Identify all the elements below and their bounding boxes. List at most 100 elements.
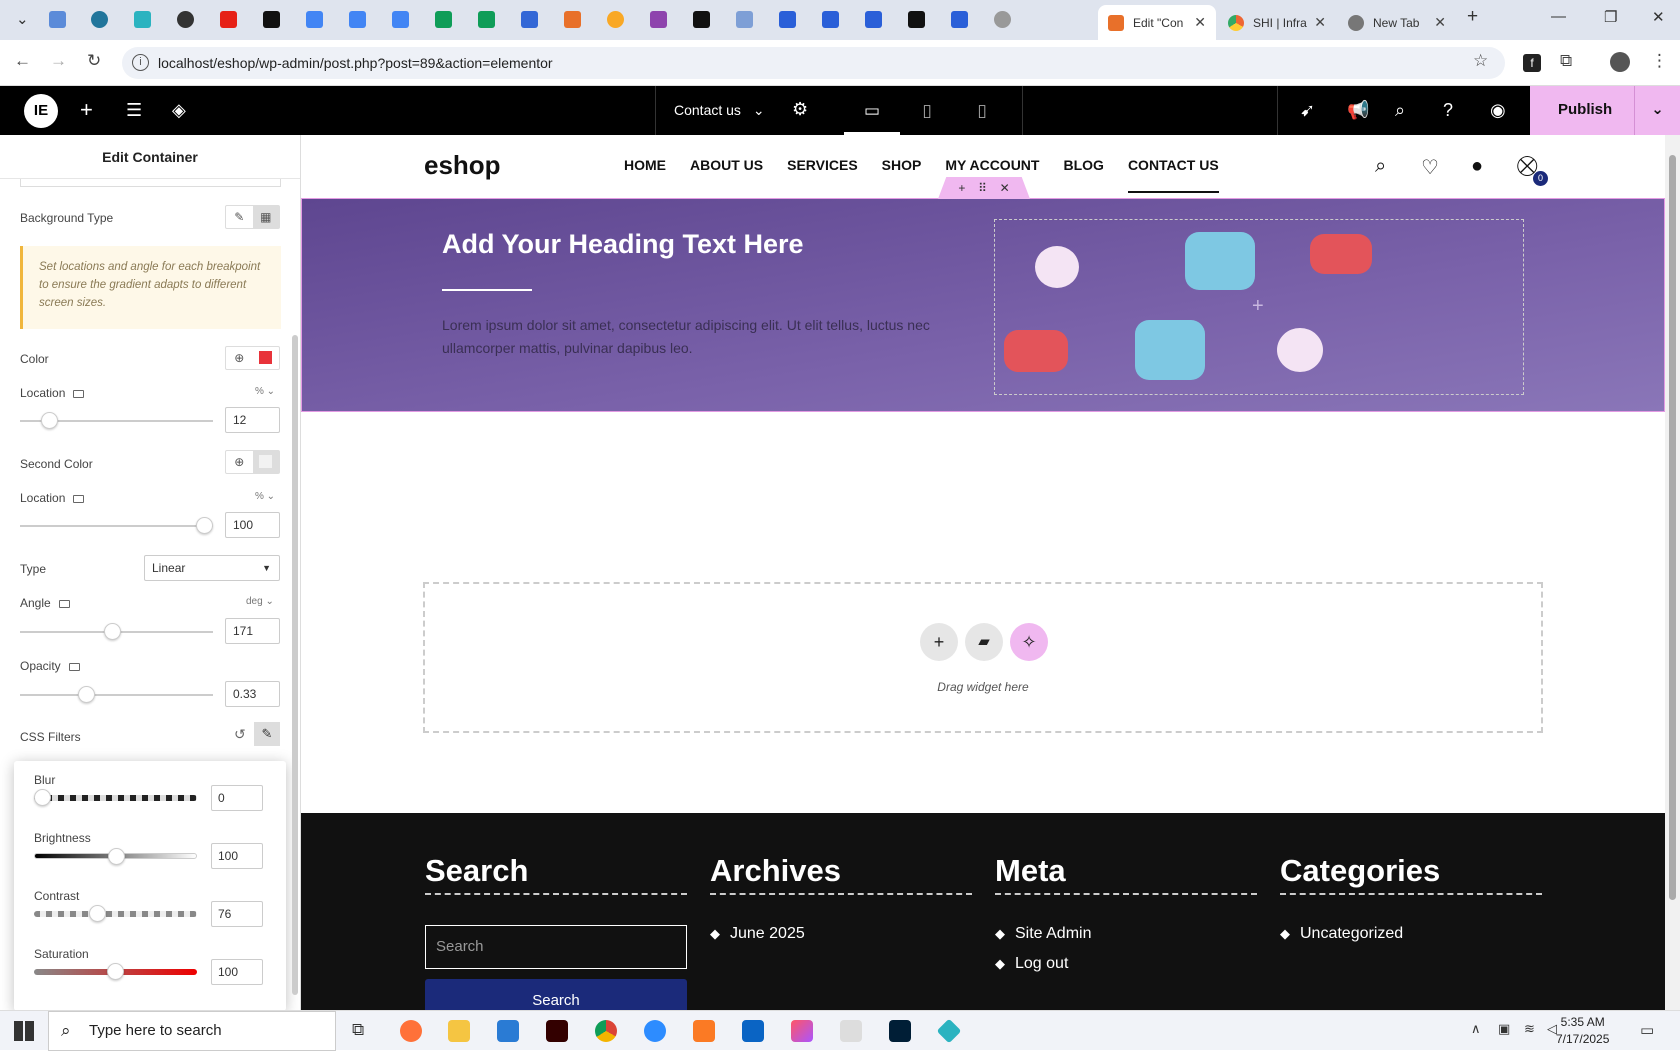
pinned-tab-icon[interactable] bbox=[177, 11, 194, 28]
panel-tabs-strip[interactable] bbox=[20, 179, 281, 187]
minimize-icon[interactable]: — bbox=[1551, 8, 1566, 25]
restore-icon[interactable]: ❐ bbox=[1604, 8, 1617, 26]
rocket-icon[interactable]: ➹ bbox=[1300, 100, 1315, 121]
vscode-icon[interactable] bbox=[497, 1020, 519, 1042]
opacity-slider[interactable] bbox=[20, 686, 213, 703]
pinned-tab-icon[interactable] bbox=[908, 11, 925, 28]
blur-slider[interactable] bbox=[34, 789, 197, 806]
footer-search-input[interactable]: Search bbox=[425, 925, 687, 969]
publish-button[interactable]: Publish ⌄ bbox=[1530, 86, 1680, 135]
global-colors-icon[interactable]: ⊕ bbox=[226, 347, 253, 369]
slider-handle[interactable] bbox=[107, 963, 124, 980]
angle-unit-select[interactable]: deg ⌄ bbox=[246, 596, 274, 607]
browser-menu-icon[interactable]: ⋮ bbox=[1651, 51, 1668, 71]
tray-network-icon[interactable]: ▣ bbox=[1498, 1021, 1510, 1037]
gradient-icon[interactable]: ▦ bbox=[252, 206, 279, 228]
pinned-tab-icon[interactable] bbox=[91, 11, 108, 28]
pen-tool-icon[interactable] bbox=[840, 1020, 862, 1042]
back-icon[interactable]: ← bbox=[14, 51, 31, 71]
slider-handle[interactable] bbox=[89, 905, 107, 922]
site-settings-icon[interactable]: ☰ bbox=[126, 100, 142, 121]
slider-handle[interactable] bbox=[78, 686, 96, 703]
pinned-tab-icon[interactable] bbox=[435, 11, 452, 28]
contrast-slider[interactable] bbox=[34, 905, 197, 922]
site-logo[interactable]: eshop bbox=[424, 150, 501, 181]
wishlist-heart-icon[interactable]: ♡ bbox=[1421, 155, 1439, 180]
drop-zone[interactable]: + ▰ ✧ Drag widget here bbox=[423, 582, 1543, 733]
category-link[interactable]: Uncategorized bbox=[1280, 925, 1542, 943]
second-location-slider[interactable] bbox=[20, 517, 213, 534]
pinned-tab-icon[interactable] bbox=[865, 11, 882, 28]
nav-contact-us[interactable]: CONTACT US bbox=[1127, 157, 1219, 193]
file-explorer-icon[interactable] bbox=[448, 1020, 470, 1042]
ai-sparkle-button[interactable]: ✧ bbox=[1010, 623, 1048, 661]
add-section-button[interactable]: + bbox=[920, 623, 958, 661]
location-input[interactable]: 12 bbox=[225, 407, 280, 433]
search-icon[interactable]: ⌕ bbox=[1395, 100, 1405, 121]
pinned-tab-icon[interactable] bbox=[306, 11, 323, 28]
meta-link-site-admin[interactable]: Site Admin bbox=[995, 925, 1257, 943]
scrollbar-thumb[interactable] bbox=[1669, 155, 1676, 900]
angle-slider[interactable] bbox=[20, 623, 213, 640]
pinned-tab-icon[interactable] bbox=[134, 11, 151, 28]
tablet-device-icon[interactable]: ▯ bbox=[899, 94, 955, 135]
url-input[interactable]: i localhost/eshop/wp-admin/post.php?post… bbox=[122, 47, 1505, 79]
tray-chevron-up-icon[interactable]: ∧ bbox=[1471, 1021, 1481, 1037]
color-swatch[interactable] bbox=[253, 347, 280, 369]
chrome-icon[interactable] bbox=[595, 1020, 617, 1042]
system-clock[interactable]: 5:35 AM 7/17/2025 bbox=[1556, 1014, 1609, 1048]
tray-wifi-icon[interactable]: ≋ bbox=[1524, 1021, 1535, 1037]
notifications-icon[interactable]: ▭ bbox=[1640, 1021, 1654, 1039]
task-view-icon[interactable]: ⧉ bbox=[352, 1020, 364, 1040]
elementor-logo-icon[interactable]: IE bbox=[24, 94, 58, 128]
close-tab-icon[interactable]: ✕ bbox=[1194, 14, 1206, 31]
brightness-slider[interactable] bbox=[34, 848, 197, 865]
slider-handle[interactable] bbox=[103, 623, 121, 640]
brightness-input[interactable]: 100 bbox=[211, 843, 263, 869]
angle-input[interactable]: 171 bbox=[225, 618, 280, 644]
page-settings-gear-icon[interactable]: ⚙ bbox=[792, 99, 808, 120]
pinned-tab-icon[interactable] bbox=[478, 11, 495, 28]
saturation-slider[interactable] bbox=[34, 963, 197, 980]
hero-container[interactable]: Add Your Heading Text Here Lorem ipsum d… bbox=[301, 198, 1665, 412]
pinned-tab-icon[interactable] bbox=[822, 11, 839, 28]
windows-start-icon[interactable] bbox=[14, 1021, 34, 1041]
second-color-swatch[interactable] bbox=[252, 451, 279, 473]
tab-new-tab[interactable]: New Tab ✕ bbox=[1338, 5, 1456, 40]
app-diamond-icon[interactable] bbox=[936, 1018, 962, 1044]
preview-eye-icon[interactable]: ◉ bbox=[1490, 100, 1506, 121]
nav-blog[interactable]: BLOG bbox=[1063, 157, 1103, 193]
pinned-tab-icon[interactable] bbox=[521, 11, 538, 28]
publish-options-chevron-icon[interactable]: ⌄ bbox=[1634, 86, 1680, 135]
taskbar-search-input[interactable]: ⌕ Type here to search bbox=[48, 1011, 336, 1051]
slider-handle[interactable] bbox=[196, 517, 213, 534]
bookmark-star-icon[interactable]: ☆ bbox=[1473, 51, 1488, 71]
footer-search-button[interactable]: Search bbox=[425, 979, 687, 1010]
responsive-desktop-icon[interactable] bbox=[73, 389, 85, 398]
container-handle[interactable]: + ⠿ ✕ bbox=[938, 177, 1030, 199]
whats-new-megaphone-icon[interactable]: 📢 bbox=[1347, 100, 1369, 121]
tab-edit-contact[interactable]: Edit "Con ✕ bbox=[1098, 5, 1216, 40]
new-tab-button[interactable]: + bbox=[1467, 6, 1478, 28]
outlook-icon[interactable] bbox=[742, 1020, 764, 1042]
pinned-tab-icon[interactable] bbox=[693, 11, 710, 28]
panel-scrollbar[interactable] bbox=[292, 335, 298, 995]
pinned-tab-icon[interactable] bbox=[994, 11, 1011, 28]
responsive-desktop-icon[interactable] bbox=[68, 662, 80, 671]
pinned-tab-icon[interactable] bbox=[392, 11, 409, 28]
tab-search-icon[interactable]: ⌄ bbox=[16, 10, 29, 28]
blur-input[interactable]: 0 bbox=[211, 785, 263, 811]
pinned-tab-icon[interactable] bbox=[736, 11, 753, 28]
pinned-tab-icon[interactable] bbox=[263, 11, 280, 28]
add-element-icon[interactable]: + bbox=[80, 97, 93, 123]
pinned-tab-icon[interactable] bbox=[349, 11, 366, 28]
template-library-folder-icon[interactable]: ▰ bbox=[965, 623, 1003, 661]
forward-icon[interactable]: → bbox=[50, 51, 67, 71]
mobile-device-icon[interactable]: ▯ bbox=[954, 94, 1010, 135]
close-window-icon[interactable]: ✕ bbox=[1652, 8, 1665, 26]
nav-home[interactable]: HOME bbox=[624, 157, 666, 193]
delete-container-icon[interactable]: ✕ bbox=[1000, 181, 1010, 195]
slider-handle[interactable] bbox=[108, 848, 125, 865]
firefox-icon[interactable] bbox=[400, 1020, 422, 1042]
drag-handle-icon[interactable]: ⠿ bbox=[978, 181, 987, 195]
